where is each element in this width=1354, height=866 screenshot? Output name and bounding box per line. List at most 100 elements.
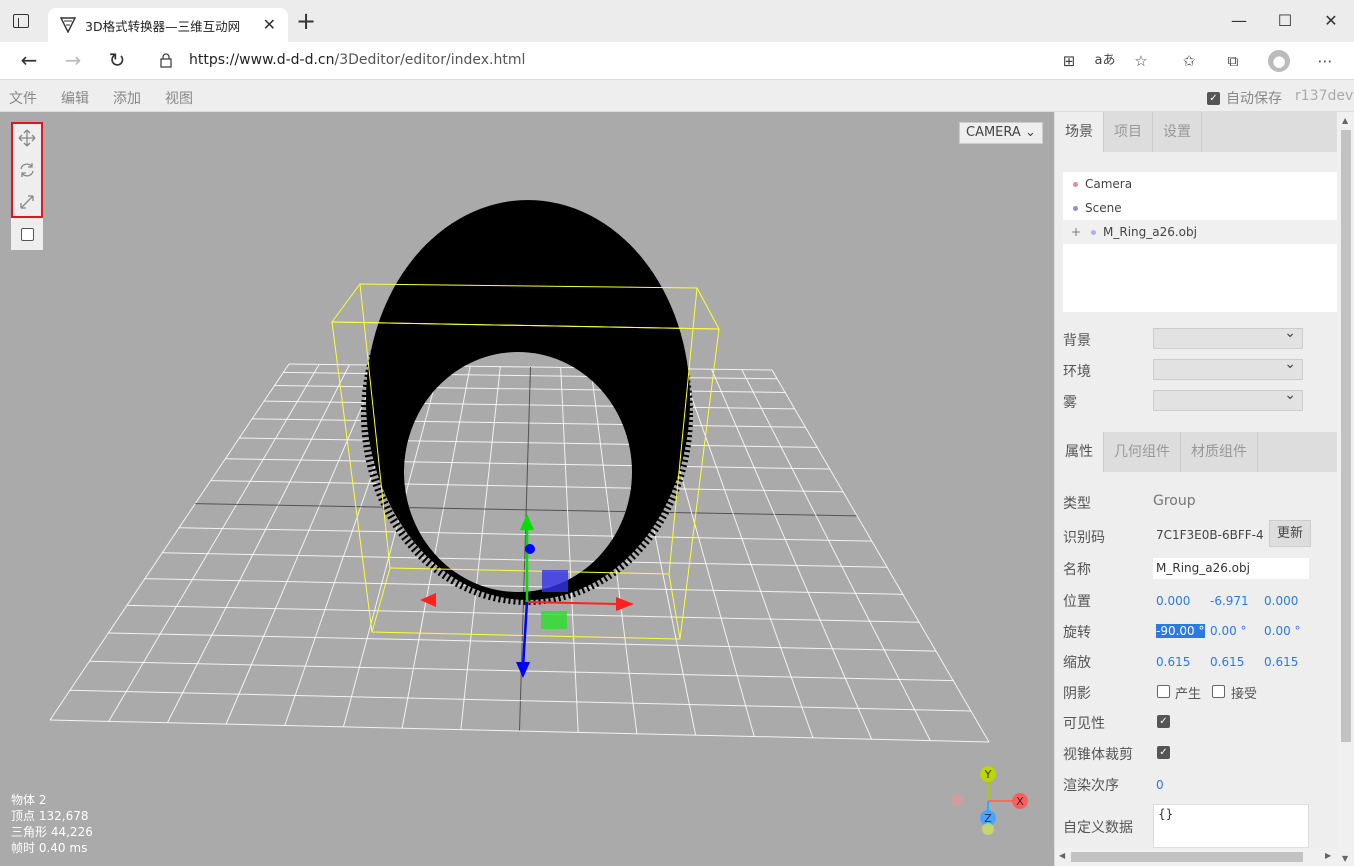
browser-tab[interactable]: 3D格式转换器—三维互动网 ✕ [48,8,288,42]
frustum-culled-label: 视锥体裁剪 [1063,747,1133,763]
gizmo-z-label: Z [984,812,992,825]
url-host: https://www.d-d-d.cn [189,52,335,68]
tab-actions-icon[interactable] [13,14,29,28]
scale-x[interactable]: 0.615 [1156,655,1190,669]
camera-dot-icon [1073,182,1078,187]
site-favicon-icon [60,17,76,33]
app-available-icon[interactable]: ⊞ [1058,50,1080,72]
collections-icon[interactable]: ⧉ [1222,50,1244,72]
info-frametime-label: 帧时 [11,841,36,855]
expand-plus-icon[interactable]: + [1071,220,1081,244]
frustum-culled-checkbox[interactable]: ✓ [1157,746,1170,759]
menu-edit[interactable]: 编辑 [61,88,89,108]
tab-title: 3D格式转换器—三维互动网 [85,19,241,34]
outliner-item-camera[interactable]: Camera [1063,172,1337,196]
tab-material[interactable]: 材质组件 [1181,432,1258,472]
scale-y[interactable]: 0.615 [1210,655,1244,669]
favorites-icon[interactable]: ✩ [1178,50,1200,72]
sidebar: 场景 项目 设置 Camera Scene + M_Ring_a26.obj 背景… [1054,112,1354,866]
hscrollbar-thumb[interactable] [1071,852,1303,862]
rotate-tool-button[interactable] [11,154,43,186]
back-icon[interactable]: ← [15,48,43,74]
camera-select[interactable]: CAMERA ⌄ [959,122,1043,144]
axis-view-helper[interactable]: Y X Z [951,766,1028,835]
environment-label: 环境 [1063,364,1091,380]
scroll-down-icon[interactable]: ▼ [1342,854,1348,863]
scale-arrows-icon [20,195,34,209]
menu-file[interactable]: 文件 [9,88,37,108]
outliner-item-label: Scene [1085,201,1122,215]
position-x[interactable]: 0.000 [1156,594,1190,608]
info-vertices-value: 132,678 [38,809,89,823]
forward-icon[interactable]: → [59,48,87,74]
more-menu-icon[interactable]: ⋯ [1314,50,1336,72]
tab-object[interactable]: 属性 [1055,432,1104,472]
info-triangles-label: 三角形 [11,825,48,839]
tab-close-icon[interactable]: ✕ [263,15,276,34]
maximize-icon[interactable]: ☐ [1262,8,1308,34]
userdata-label: 自定义数据 [1063,820,1133,836]
menu-view[interactable]: 视图 [165,88,193,108]
tab-scene[interactable]: 场景 [1055,112,1104,152]
receive-shadow-label: 接受 [1231,687,1258,702]
info-vertices-label: 顶点 [11,809,36,823]
receive-shadow-checkbox[interactable] [1212,685,1225,698]
scene-outliner[interactable]: Camera Scene + M_Ring_a26.obj [1063,172,1337,312]
autosave-toggle[interactable]: ✓ 自动保存 [1207,88,1282,108]
position-z[interactable]: 0.000 [1264,594,1298,608]
lock-icon [160,53,172,68]
profile-avatar-icon[interactable]: ● [1268,50,1290,72]
minimize-icon[interactable]: — [1216,8,1262,34]
background-select[interactable] [1153,325,1303,349]
local-space-checkbox[interactable] [20,227,34,241]
scrollbar-thumb[interactable] [1341,130,1351,742]
read-aloud-icon[interactable]: aあ [1094,50,1116,72]
cast-shadow-label: 产生 [1175,687,1202,702]
outliner-item-ring[interactable]: + M_Ring_a26.obj [1063,220,1337,244]
add-favorite-icon[interactable]: ☆ [1130,50,1152,72]
sidebar-tabs: 场景 项目 设置 [1055,112,1337,152]
render-order-value[interactable]: 0 [1156,778,1164,792]
outliner-item-scene[interactable]: Scene [1063,196,1337,220]
translate-tool-button[interactable] [11,122,43,154]
local-space-toggle[interactable] [11,218,43,250]
scale-label: 缩放 [1063,655,1091,671]
editor-menubar: 文件 编辑 添加 视图 ✓ 自动保存 r137dev [0,80,1354,112]
rotation-y[interactable]: 0.00 ° [1210,624,1247,638]
url-input[interactable]: https://www.d-d-d.cn/3Deditor/editor/ind… [146,46,1160,76]
cast-shadow-checkbox[interactable] [1157,685,1170,698]
scroll-left-icon[interactable]: ◀ [1059,851,1065,860]
close-window-icon[interactable]: ✕ [1308,8,1354,34]
3d-viewport[interactable]: Y X Z CAMERA ⌄ 物体 2 顶点 132,678 三角形 44,22… [0,112,1054,866]
name-input[interactable]: M_Ring_a26.obj [1153,558,1309,579]
shadow-label: 阴影 [1063,686,1091,702]
rotation-label: 旋转 [1063,625,1091,641]
rotation-x[interactable]: -90.00 ° [1156,624,1205,638]
scene-info: 物体 2 顶点 132,678 三角形 44,226 帧时 0.40 ms [11,792,93,856]
scale-z[interactable]: 0.615 [1264,655,1298,669]
rotation-z[interactable]: 0.00 ° [1264,624,1301,638]
tab-project[interactable]: 项目 [1104,112,1153,152]
properties-tabs: 属性 几何组件 材质组件 [1055,432,1337,472]
scene-dot-icon [1073,206,1078,211]
renew-uuid-button[interactable]: 更新 [1269,520,1311,547]
scroll-right-icon[interactable]: ▶ [1325,851,1331,860]
scroll-up-icon[interactable]: ▲ [1342,116,1348,125]
fog-select[interactable] [1153,387,1303,411]
tab-geometry[interactable]: 几何组件 [1104,432,1181,472]
scene-canvas[interactable]: Y X Z [0,112,1054,866]
refresh-icon[interactable]: ↻ [103,48,131,74]
sidebar-scrollbar[interactable]: ▲ ▼ [1337,112,1354,866]
sidebar-hscrollbar[interactable]: ◀ ▶ [1055,848,1337,866]
visible-checkbox[interactable]: ✓ [1157,715,1170,728]
autosave-checkbox[interactable]: ✓ [1207,91,1220,105]
position-y[interactable]: -6.971 [1210,594,1249,608]
uuid-label: 识别码 [1063,530,1105,546]
new-tab-icon[interactable]: + [296,9,316,33]
tab-settings[interactable]: 设置 [1153,112,1202,152]
environment-select[interactable] [1153,356,1303,380]
userdata-textarea[interactable]: {} [1153,804,1309,848]
menu-add[interactable]: 添加 [113,88,141,108]
scale-tool-button[interactable] [11,186,43,218]
uuid-value: 7C1F3E0B-6BFF-4 [1156,528,1264,542]
